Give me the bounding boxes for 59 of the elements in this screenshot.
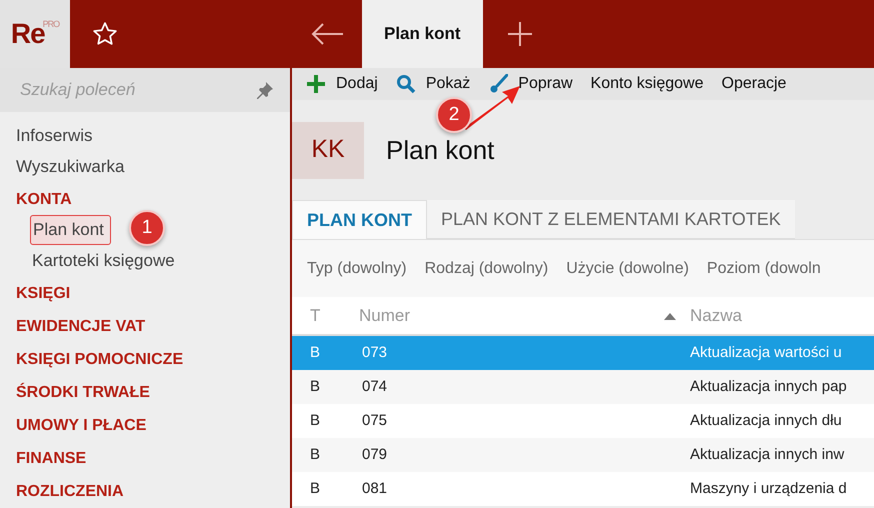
table-row[interactable]: B 079 Aktualizacja innych inw (292, 438, 874, 472)
sidebar-item[interactable]: Plan kont (30, 215, 111, 245)
plus-icon[interactable] (506, 21, 533, 47)
sidebar-item[interactable]: Infoserwis (0, 120, 290, 151)
toolbar-button[interactable]: Pokaż (396, 72, 470, 96)
sidebar-section[interactable]: UMOWY I PŁACE (0, 408, 290, 441)
toolbar-button[interactable]: Konto księgowe (590, 72, 704, 96)
sidebar-section[interactable]: FINANSE (0, 441, 290, 474)
sidebar-section[interactable]: ROZLICZENIA (0, 474, 290, 507)
column-header[interactable]: Numer (359, 302, 410, 328)
callout-number: 2 (436, 97, 472, 133)
sort-ascending-icon[interactable] (664, 312, 676, 320)
column-header[interactable]: Nazwa (690, 306, 742, 325)
table-cell: Aktualizacja innych inw (690, 446, 844, 463)
table-cell-text: 075 (362, 410, 388, 431)
table-cell: Aktualizacja innych pap (690, 378, 847, 395)
pin-icon[interactable] (256, 81, 274, 99)
table-cell: Aktualizacja innych dłu (690, 412, 842, 429)
table-cell: B (310, 378, 320, 395)
table-cell-text: 074 (362, 376, 388, 397)
sidebar-item[interactable]: Kartoteki księgowe (0, 245, 290, 276)
table-row[interactable]: B 075 Aktualizacja innych dłu (292, 404, 874, 438)
filter-dropdown[interactable]: Poziom (dowoln (706, 256, 821, 280)
table-row[interactable]: B 081 Maszyny i urządzenia d (292, 472, 874, 506)
tab[interactable]: PLAN KONT (292, 200, 427, 239)
sidebar-section[interactable]: KSIĘGI (0, 276, 290, 309)
table-cell-text: 079 (362, 444, 388, 465)
page-title: Plan kont (386, 134, 494, 166)
app-tab[interactable]: Plan kont (362, 0, 483, 68)
filter-dropdown[interactable]: Użycie (dowolne) (566, 256, 689, 280)
table-cell: Maszyny i urządzenia d (690, 480, 847, 497)
table-cell: B (310, 446, 320, 463)
search-field[interactable]: Szukaj poleceń (0, 68, 290, 112)
search-icon (396, 74, 416, 94)
sidebar-item[interactable]: Wyszukiwarka (0, 151, 290, 182)
search-input[interactable]: Szukaj poleceń (18, 76, 238, 104)
sidebar-section[interactable]: EWIDENCJE VAT (0, 309, 290, 342)
brush-icon (488, 74, 508, 94)
table-cell-text: 073 (362, 342, 388, 363)
back-arrow-icon[interactable] (310, 22, 344, 46)
toolbar-button[interactable]: Operacje (722, 72, 786, 96)
tab[interactable]: PLAN KONT Z ELEMENTAMI KARTOTEK (427, 200, 795, 239)
table-cell: B (310, 480, 320, 497)
column-header[interactable]: T (310, 306, 320, 325)
table-cell-text: 081 (362, 478, 388, 499)
toolbar-button[interactable]: Dodaj (306, 72, 378, 96)
module-badge: KK (292, 122, 364, 178)
table-row[interactable]: B 073 Aktualizacja wartości u (292, 336, 874, 370)
plus-icon (306, 74, 326, 94)
sidebar-section[interactable]: KSIĘGI POMOCNICZE (0, 342, 290, 375)
star-icon[interactable] (92, 21, 118, 47)
table-cell: B (310, 412, 320, 429)
table-row[interactable]: B 074 Aktualizacja innych pap (292, 370, 874, 404)
toolbar-button[interactable]: Popraw (488, 72, 573, 96)
table-cell: Aktualizacja wartości u (690, 344, 842, 361)
filter-dropdown[interactable]: Typ (dowolny) (307, 256, 407, 280)
sidebar-section[interactable]: ŚRODKI TRWAŁE (0, 375, 290, 408)
table-cell: B (310, 344, 320, 361)
filter-dropdown[interactable]: Rodzaj (dowolny) (424, 256, 548, 280)
